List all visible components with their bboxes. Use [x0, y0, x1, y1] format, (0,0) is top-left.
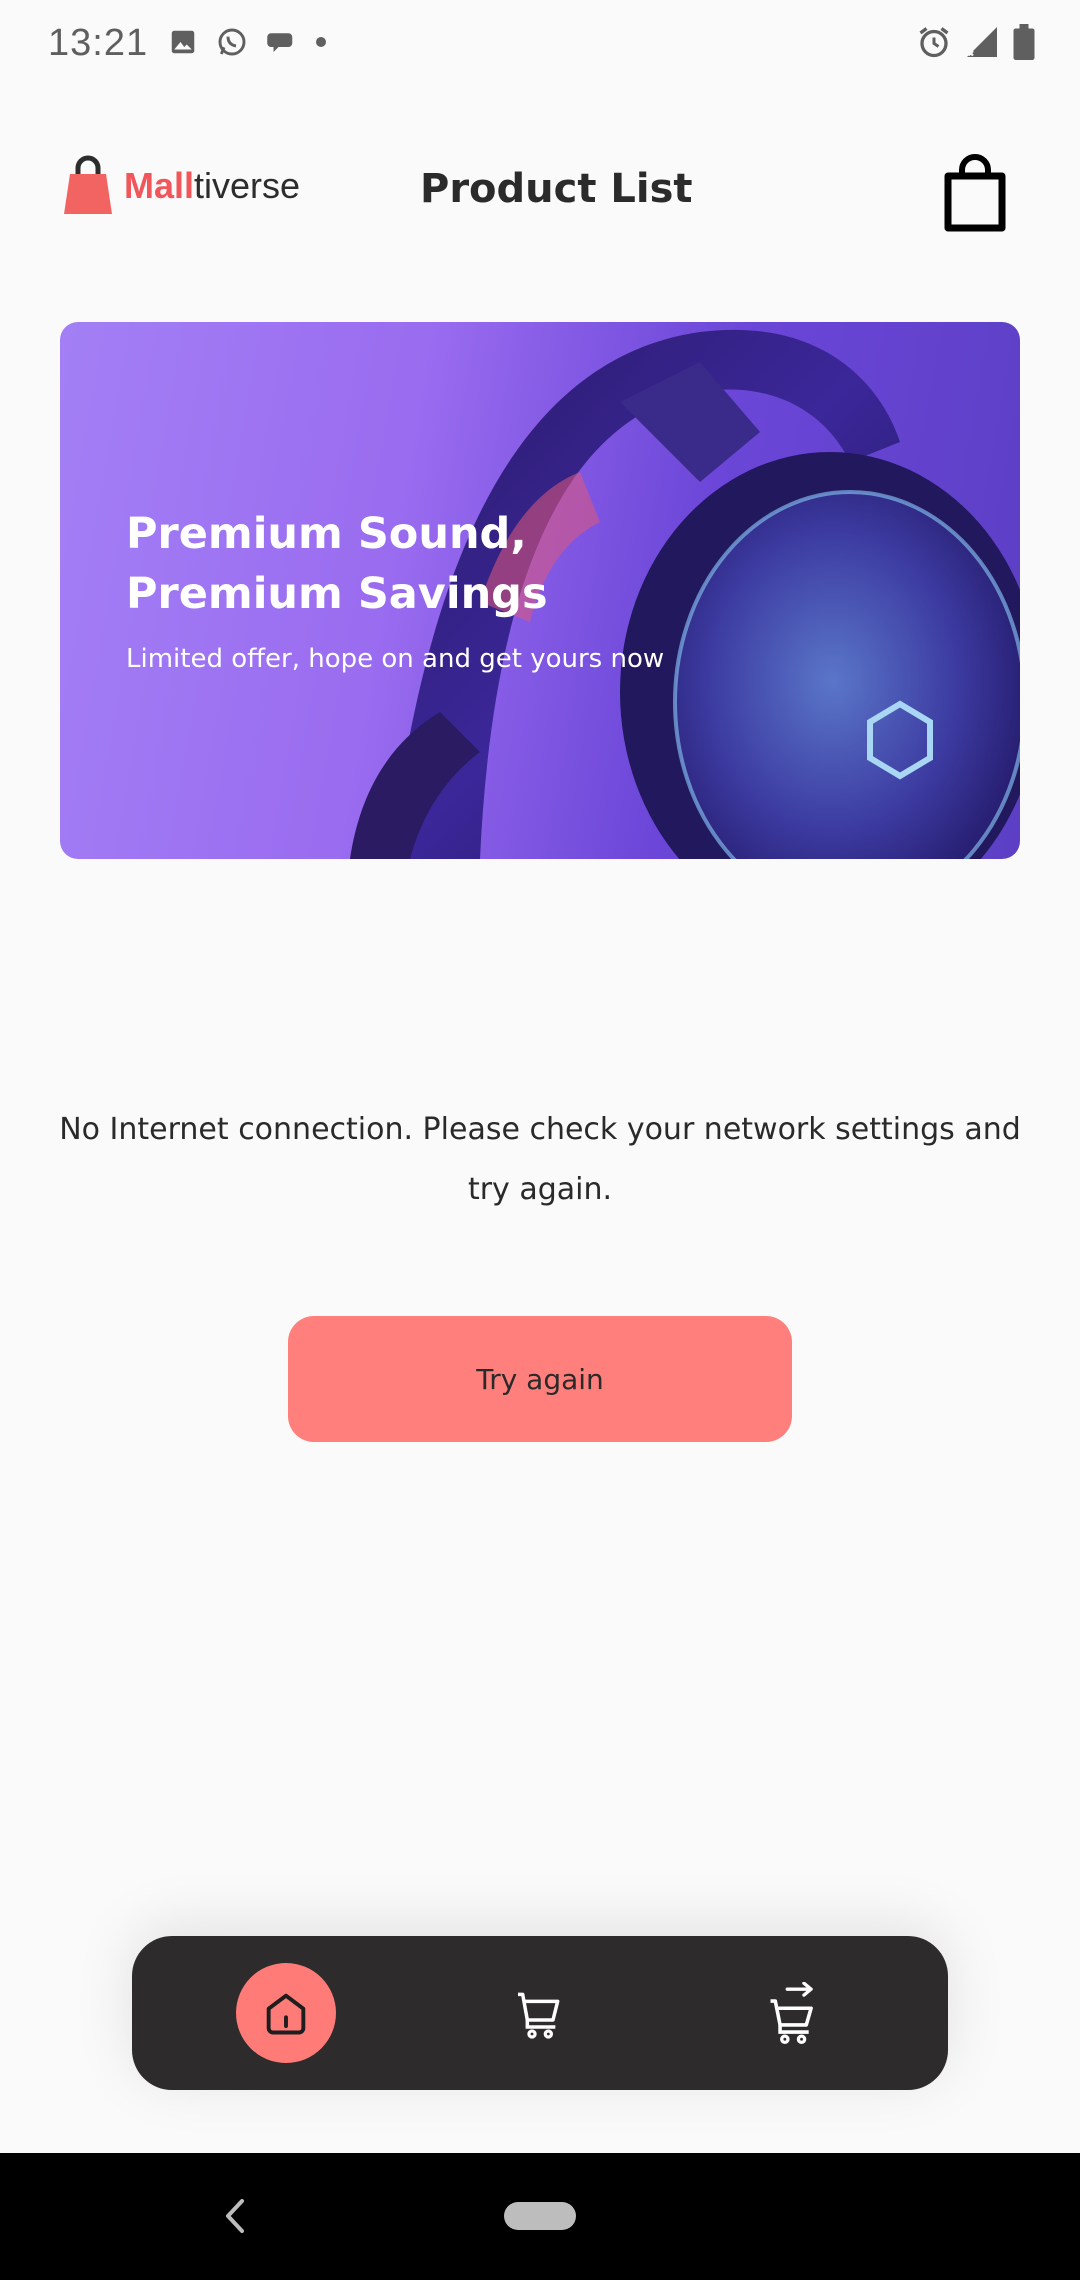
cart-arrow-icon — [770, 1982, 813, 2044]
page-title: Product List — [420, 166, 693, 212]
status-bar: 13:21 — [0, 0, 1080, 90]
logo-text: Malltiverse — [124, 165, 300, 207]
whatsapp-icon — [218, 28, 246, 56]
system-navigation-bar — [0, 2153, 1080, 2280]
promo-banner[interactable]: Premium Sound, Premium Savings Limited o… — [60, 322, 1020, 859]
signal-icon — [967, 27, 997, 57]
try-again-button[interactable]: Try again — [288, 1316, 792, 1442]
battery-icon — [1013, 24, 1035, 60]
notification-icons — [168, 26, 328, 58]
home-pill-button[interactable] — [504, 2202, 576, 2230]
system-icons — [916, 24, 1036, 60]
logo-text-rest: tiverse — [194, 165, 301, 206]
chat-bubble-icon — [267, 33, 293, 52]
banner-heading-line1: Premium Sound, — [126, 509, 527, 559]
app-logo[interactable]: Malltiverse — [62, 154, 300, 218]
dot-icon — [316, 37, 326, 47]
shopping-bag-icon — [944, 154, 1006, 232]
banner-subtitle: Limited offer, hope on and get yours now — [126, 644, 665, 674]
nav-home-button[interactable] — [236, 1963, 336, 2063]
banner-heading: Premium Sound, Premium Savings — [126, 504, 686, 624]
nav-cart-button[interactable] — [489, 1963, 589, 2063]
logo-bag-icon — [64, 155, 112, 214]
bottom-navigation — [132, 1936, 948, 2090]
no-internet-message: No Internet connection. Please check you… — [59, 1112, 1021, 1207]
banner-heading-line2: Premium Savings — [126, 569, 548, 619]
shopping-bag-button[interactable] — [940, 154, 1010, 234]
status-time: 13:21 — [48, 22, 149, 64]
image-icon — [171, 30, 195, 54]
screen: 13:21 Malltiverse Product List Premium S… — [0, 0, 1080, 2280]
cart-icon — [518, 1992, 560, 2039]
app-header: Malltiverse Product List — [0, 140, 1080, 250]
home-icon — [266, 1993, 306, 2035]
alarm-icon — [919, 27, 949, 58]
nav-checkout-button[interactable] — [742, 1963, 842, 2063]
logo-text-accent: Mall — [124, 165, 195, 206]
back-icon[interactable] — [220, 2193, 250, 2239]
